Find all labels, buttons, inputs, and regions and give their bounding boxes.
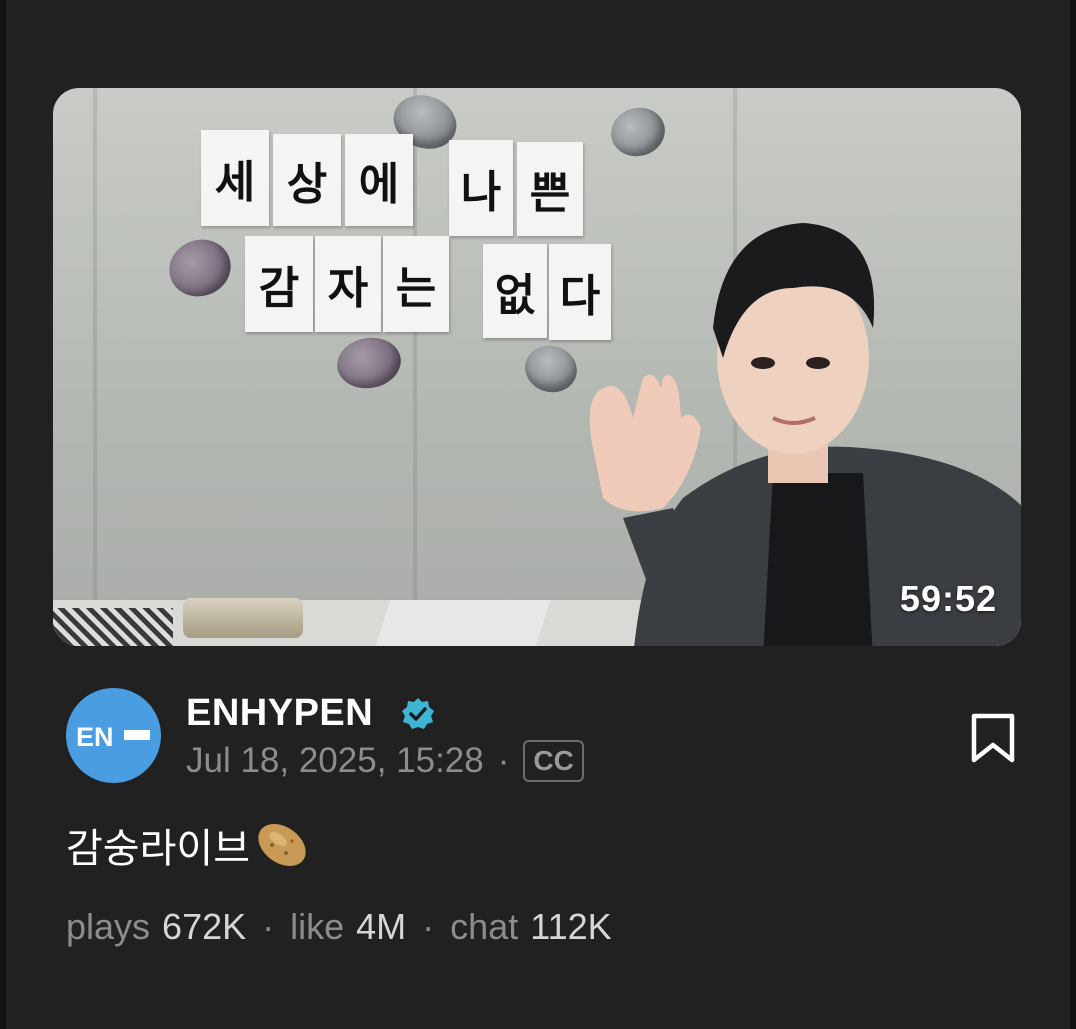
cc-badge: CC [523, 740, 584, 782]
video-duration: 59:52 [899, 578, 997, 619]
plays-label: plays [66, 906, 151, 947]
potato-decoration [605, 101, 671, 163]
stats-separator: · [262, 906, 275, 947]
like-count: 4M [356, 906, 407, 947]
potato-emoji-icon [258, 824, 306, 866]
sign-card: 없 [483, 244, 547, 338]
post-stats: plays 672K · like 4M · chat 112K [66, 906, 612, 948]
sign-card: 세 [201, 130, 269, 226]
plate [183, 598, 303, 638]
post-title-row: 감숭라이브 [66, 815, 312, 875]
sign-card: 나 [449, 140, 513, 236]
sign-card: 는 [383, 236, 449, 332]
meta-separator: · [497, 741, 510, 780]
checkered-cloth [53, 608, 173, 646]
svg-text:EN: EN [76, 722, 114, 751]
video-thumbnail[interactable]: 세 상 에 나 쁜 감 자 는 없 다 59:52 [53, 88, 1021, 646]
chat-label: chat [450, 906, 519, 947]
sign-card: 에 [345, 134, 413, 226]
paper-sheet [375, 600, 551, 646]
like-label: like [290, 906, 345, 947]
post-title: 감숭라이브 [66, 826, 250, 872]
sign-card: 감 [245, 236, 313, 332]
plays-count: 672K [162, 906, 247, 947]
chat-count: 112K [530, 906, 612, 947]
potato-decoration [333, 332, 405, 394]
stats-separator: · [422, 906, 435, 947]
post-meta: Jul 18, 2025, 15:28 · CC [186, 740, 584, 782]
potato-decoration [161, 231, 239, 305]
enhypen-logo-icon: EN [76, 722, 150, 751]
channel-name[interactable]: ENHYPEN [186, 692, 373, 735]
verified-badge-icon [402, 698, 434, 729]
sign-card: 자 [315, 236, 381, 332]
post-date: Jul 18, 2025, 15:28 [186, 741, 484, 780]
wall-seam [93, 88, 97, 646]
channel-avatar[interactable]: EN [66, 688, 161, 783]
wall-seam [413, 88, 417, 646]
bookmark-icon[interactable] [968, 712, 1018, 764]
sign-card: 상 [273, 134, 341, 226]
